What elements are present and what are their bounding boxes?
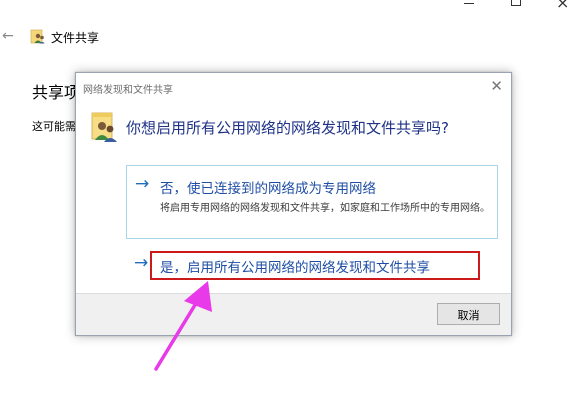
close-icon[interactable]: ✕: [490, 77, 503, 95]
cancel-button[interactable]: 取消: [437, 303, 500, 325]
page-description: 这可能需: [32, 120, 76, 133]
back-arrow-icon[interactable]: ←: [2, 28, 14, 44]
users-folder-icon: [91, 112, 117, 142]
dialog-question: 你想启用所有公用网络的网络发现和文件共享吗?: [126, 119, 449, 137]
page-heading: 共享项: [32, 83, 81, 102]
option-no-detail: 将启用专用网络的网络发现和文件共享，如家庭和工作场所中的专用网络。: [160, 203, 490, 214]
network-discovery-dialog: 网络发现和文件共享 ✕ 你想启用所有公用网络的网络发现和文件共享吗? → 否，使…: [75, 72, 512, 336]
option-no-private-network[interactable]: → 否，使已连接到的网络成为专用网络 将启用专用网络的网络发现和文件共享，如家庭…: [126, 165, 498, 239]
window-maximize-icon[interactable]: [492, 0, 538, 14]
window-close-icon[interactable]: [538, 0, 584, 14]
window-controls: [446, 0, 584, 14]
option-no-label: 否，使已连接到的网络成为专用网络: [160, 181, 376, 197]
option-yes-public-network[interactable]: → 是，启用所有公用网络的网络发现和文件共享: [126, 249, 498, 283]
dialog-title: 网络发现和文件共享: [83, 85, 173, 96]
right-arrow-icon: →: [135, 174, 150, 194]
right-arrow-icon: →: [134, 253, 149, 273]
window-title: 文件共享: [51, 31, 100, 45]
dialog-footer: 取消: [76, 293, 511, 335]
users-folder-icon: [30, 29, 45, 44]
dialog-titlebar: 网络发现和文件共享 ✕: [76, 73, 511, 99]
window-minimize-icon[interactable]: [446, 0, 492, 14]
option-yes-label: 是，启用所有公用网络的网络发现和文件共享: [160, 260, 430, 276]
